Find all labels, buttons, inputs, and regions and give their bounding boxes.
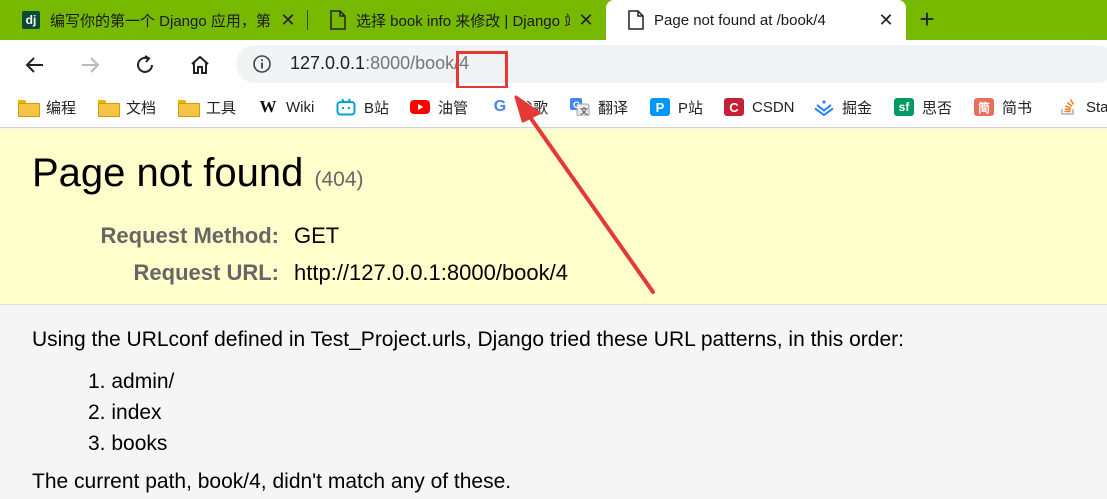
forward-button[interactable] [75, 50, 105, 80]
youtube-icon [410, 98, 430, 116]
url-pattern-item: 2. index [88, 401, 162, 424]
bookmark-label: 翻译 [598, 99, 629, 117]
bookmark-label: P站 [678, 99, 704, 117]
current-path-message: The current path, book/4, didn't match a… [32, 470, 512, 493]
bookmark-label: 掘金 [842, 99, 873, 117]
url-pattern-item: 3. books [88, 432, 168, 455]
close-icon[interactable]: ✕ [278, 10, 298, 30]
google-icon: G [493, 98, 507, 115]
bookmark-label: Stac [1086, 98, 1107, 116]
bookmark-label: 思否 [922, 99, 953, 117]
bookmark-folder-programming[interactable]: 编程 [18, 95, 76, 119]
bookmark-juejin[interactable]: 掘金 [814, 95, 872, 119]
tab-title: 编写你的第一个 Django 应用，第 [50, 12, 270, 30]
tab-django-admin[interactable]: 选择 book info 来修改 | Django 站 ✕ [308, 0, 606, 40]
bookmark-label: 油管 [438, 99, 469, 117]
reload-icon [137, 55, 153, 73]
status-code: (404) [314, 168, 364, 191]
bilibili-icon [336, 98, 356, 116]
pixiv-icon: P [650, 98, 670, 116]
urlconf-intro: Using the URLconf defined in Test_Projec… [32, 328, 904, 351]
tab-page-not-found[interactable]: Page not found at /book/4 ✕ [606, 0, 906, 40]
bookmark-folder-tools[interactable]: 工具 [178, 95, 236, 119]
bookmark-label: Wiki [286, 98, 315, 116]
request-method-label: Request Method: [100, 223, 279, 248]
error-info: Using the URLconf defined in Test_Projec… [0, 306, 1107, 499]
close-icon[interactable]: ✕ [876, 10, 896, 30]
bookmark-label: 编程 [46, 99, 77, 117]
bookmarks-bar: 编程 文档 工具 W Wiki B站 油管 G 谷歌 G 文翻译 P P站 C CSDN … [0, 88, 1107, 128]
bookmark-jianshu[interactable]: 简简书 [974, 95, 1032, 119]
bookmark-folder-docs[interactable]: 文档 [98, 95, 156, 119]
url-host: 127.0.0.1 [290, 53, 366, 73]
reload-button[interactable] [130, 50, 160, 80]
request-url-row: Request URL: http://127.0.0.1:8000/book/… [0, 260, 1107, 290]
request-url-value: http://127.0.0.1:8000/book/4 [294, 260, 569, 285]
request-method-row: Request Method: GET [0, 223, 1107, 253]
stackoverflow-icon [1058, 98, 1078, 116]
forward-arrow-icon [82, 57, 100, 73]
page-icon [628, 10, 644, 30]
url-pattern-item: 1. admin/ [88, 370, 175, 393]
page-title: Page not found (404) [32, 151, 364, 196]
bookmark-google[interactable]: G 谷歌 [490, 95, 548, 119]
url-text[interactable]: 127.0.0.1:8000/book/4 [290, 53, 469, 74]
home-button[interactable] [185, 50, 215, 80]
url-path: :8000/book/4 [365, 53, 470, 73]
bookmark-label: B站 [364, 99, 390, 117]
error-summary: Page not found (404) Request Method: GET… [0, 129, 1107, 305]
jianshu-icon: 简 [974, 98, 994, 116]
bookmark-label: CSDN [752, 98, 795, 116]
translate-icon: G文 [570, 98, 590, 116]
bookmark-translate[interactable]: G 文翻译 [570, 95, 628, 119]
folder-icon [18, 98, 40, 117]
tab-title: Page not found at /book/4 [654, 11, 826, 29]
site-info-icon[interactable] [252, 54, 272, 74]
browser-toolbar: 127.0.0.1:8000/book/4 [0, 40, 1107, 89]
csdn-icon: C [724, 98, 744, 116]
bookmark-youtube[interactable]: 油管 [410, 95, 468, 119]
request-method-value: GET [294, 223, 340, 248]
request-url-label: Request URL: [133, 260, 279, 285]
bookmark-label: 文档 [126, 99, 157, 117]
segmentfault-icon: sf [894, 98, 914, 116]
svg-text:文: 文 [580, 106, 589, 116]
bookmark-stackoverflow[interactable]: Stac [1058, 95, 1107, 119]
bookmark-label: 工具 [206, 99, 237, 117]
home-icon [191, 55, 209, 74]
wikipedia-icon: W [259, 97, 277, 116]
back-arrow-icon [25, 57, 43, 73]
bookmark-wiki[interactable]: W Wiki [258, 95, 315, 119]
juejin-icon [814, 98, 834, 116]
bookmark-csdn[interactable]: C CSDN [724, 95, 795, 119]
annotation-highlight-box [456, 51, 508, 89]
address-bar[interactable]: 127.0.0.1:8000/book/4 [236, 45, 1107, 89]
bookmark-segmentfault[interactable]: sf 思否 [894, 95, 952, 119]
tab-django-tutorial[interactable]: dj 编写你的第一个 Django 应用，第 ✕ [0, 0, 308, 40]
back-button[interactable] [20, 50, 50, 80]
folder-icon [178, 98, 200, 117]
bookmark-bilibili[interactable]: B站 [336, 95, 389, 119]
svg-text:G: G [573, 100, 580, 110]
folder-icon [98, 98, 120, 117]
bookmark-pixiv[interactable]: P P站 [650, 95, 703, 119]
new-tab-button[interactable]: + [914, 6, 940, 32]
bookmark-label: 谷歌 [518, 99, 549, 117]
url-pattern-list: 1. admin/ 2. index 3. books [88, 369, 174, 462]
page-title-text: Page not found [32, 151, 304, 195]
django-favicon-icon: dj [22, 11, 40, 29]
close-icon[interactable]: ✕ [576, 10, 596, 30]
bookmark-label: 简书 [1002, 99, 1033, 117]
page-icon [330, 10, 346, 30]
tab-title: 选择 book info 来修改 | Django 站 [356, 12, 570, 30]
tab-strip: dj 编写你的第一个 Django 应用，第 ✕ 选择 book info 来修… [0, 0, 1107, 40]
